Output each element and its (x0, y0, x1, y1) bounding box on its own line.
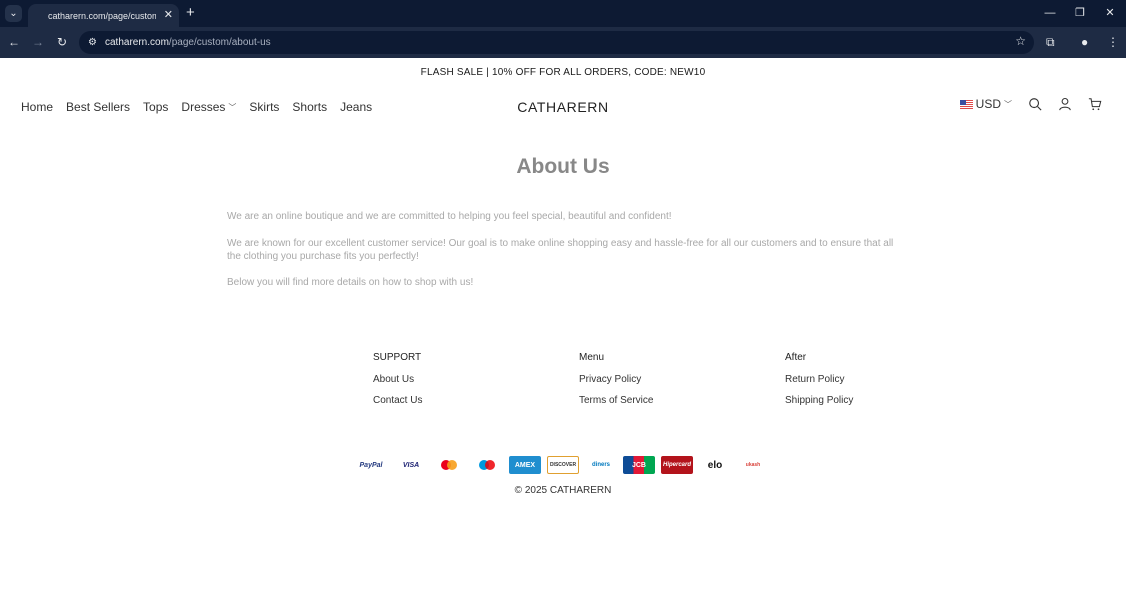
us-flag-icon (959, 99, 973, 109)
browser-menu-icon[interactable]: ⋮ (1107, 33, 1119, 51)
search-icon[interactable] (1028, 97, 1042, 111)
chevron-down-icon: ﹀ (1004, 99, 1012, 109)
account-icon[interactable] (1058, 97, 1072, 111)
jcb-icon: JCB (623, 456, 655, 474)
amex-icon: AMEX (509, 456, 541, 474)
browser-toolbar: ← → ↻ ⚙ catharern.com/page/custom/about-… (0, 27, 1126, 58)
about-paragraph-3: Below you will find more details on how … (227, 277, 474, 288)
footer-heading: After (785, 352, 807, 363)
page-title: About Us (516, 155, 610, 178)
maestro-icon (471, 456, 503, 474)
discover-icon: DISCOVER (547, 456, 579, 474)
restore-button[interactable]: ❐ (1070, 4, 1090, 22)
payment-methods: PayPal VISA AMEX DISCOVER diners JCB Hip… (353, 456, 769, 474)
footer-link-terms-of-service[interactable]: Terms of Service (579, 395, 785, 406)
url-text: catharern.com/page/custom/about-us (105, 37, 271, 48)
announcement-bar: FLASH SALE | 10% OFF FOR ALL ORDERS, COD… (420, 66, 706, 78)
ukash-icon: ukash (745, 462, 761, 468)
site-info-icon[interactable]: ⚙ (88, 37, 102, 48)
new-tab-button[interactable]: + (186, 4, 195, 22)
tab-close-icon[interactable]: ✕ (164, 8, 173, 21)
visa-icon: VISA (402, 461, 420, 469)
footer-col-after: After Return Policy Shipping Policy (785, 352, 991, 416)
elo-icon: elo (707, 459, 723, 471)
paypal-icon: PayPal (359, 461, 383, 469)
hipercard-icon: Hipercard (661, 456, 693, 474)
about-paragraph-1: We are an online boutique and we are com… (227, 211, 672, 222)
minimize-button[interactable]: — (1040, 4, 1060, 22)
copyright: © 2025 CATHARERN (514, 485, 612, 496)
footer-heading: SUPPORT (373, 352, 422, 363)
footer-link-privacy-policy[interactable]: Privacy Policy (579, 374, 785, 385)
main-content: About Us (0, 129, 1126, 179)
tab-search-button[interactable]: ⌄ (5, 5, 22, 22)
address-bar[interactable]: ⚙ catharern.com/page/custom/about-us ☆ (79, 31, 1034, 54)
tab-title: catharern.com/page/custom/about-us (48, 10, 156, 21)
footer-link-return-policy[interactable]: Return Policy (785, 374, 991, 385)
extensions-icon[interactable]: ⧉ (1046, 33, 1055, 51)
browser-tab-active[interactable]: catharern.com/page/custom/about-us ✕ (28, 4, 179, 27)
cart-icon[interactable] (1088, 97, 1102, 111)
back-arrow-icon[interactable]: ← (6, 34, 22, 50)
reload-icon[interactable]: ↻ (54, 34, 70, 50)
footer-col-menu: Menu Privacy Policy Terms of Service (579, 352, 785, 416)
footer-heading: Menu (579, 352, 605, 363)
browser-tabstrip: ⌄ catharern.com/page/custom/about-us ✕ +… (0, 0, 1126, 27)
footer-link-shipping-policy[interactable]: Shipping Policy (785, 395, 991, 406)
footer-col-support: SUPPORT About Us Contact Us (373, 352, 579, 416)
footer-link-contact-us[interactable]: Contact Us (373, 395, 579, 406)
currency-label: USD (975, 97, 1001, 111)
about-paragraph-2: We are known for our excellent customer … (227, 238, 894, 262)
currency-selector[interactable]: USD ﹀ (959, 97, 1012, 111)
footer-links: SUPPORT About Us Contact Us Menu Privacy… (373, 352, 991, 416)
close-window-button[interactable]: ✕ (1100, 4, 1120, 22)
site-header: Home Best Sellers Tops Dresses ﹀ Skirts S… (0, 86, 1126, 129)
profile-icon[interactable]: ● (1081, 33, 1088, 51)
header-actions: USD ﹀ (959, 97, 1102, 111)
bookmark-star-icon[interactable]: ☆ (1015, 34, 1026, 48)
brand-logo[interactable]: CATHARERN (0, 99, 1126, 115)
mastercard-icon (433, 456, 465, 474)
footer-link-about-us[interactable]: About Us (373, 374, 579, 385)
diners-icon: diners (591, 462, 610, 468)
forward-arrow-icon[interactable]: → (30, 34, 46, 50)
